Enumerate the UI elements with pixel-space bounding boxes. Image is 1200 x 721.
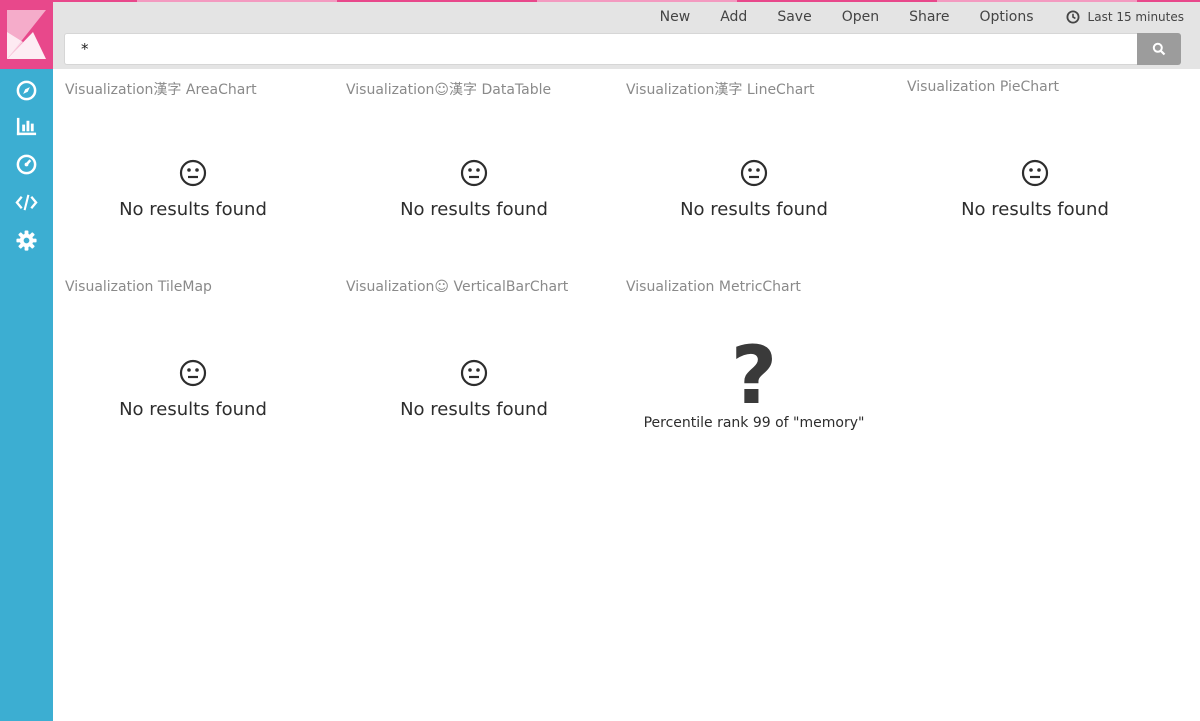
panel-title[interactable]: Visualization PieChart [907, 79, 1059, 95]
panel-title[interactable]: Visualization漢字 LineChart [626, 79, 815, 99]
visualization-panel: Visualization TileMap No results found [53, 269, 333, 469]
no-results: No results found [614, 159, 894, 220]
neutral-face-icon [740, 159, 768, 187]
top-accent-stripe [937, 0, 1137, 2]
panel-title[interactable]: Visualization MetricChart [626, 279, 801, 295]
options-button[interactable]: Options [980, 9, 1034, 25]
code-icon[interactable] [15, 191, 38, 214]
no-results-message: No results found [119, 199, 267, 220]
neutral-face-icon [179, 359, 207, 387]
search-icon [1152, 42, 1166, 56]
visualization-panel: Visualization漢字 LineChart No results fou… [614, 69, 894, 269]
neutral-face-icon [460, 159, 488, 187]
search-input[interactable] [64, 33, 1137, 65]
top-accent-stripe [1137, 0, 1200, 2]
neutral-face-icon [460, 359, 488, 387]
visualization-panel: Visualization漢字 AreaChart No results fou… [53, 69, 333, 269]
metric-value: ? [730, 329, 778, 422]
neutral-face-icon [1021, 159, 1049, 187]
no-results: No results found [53, 359, 333, 420]
compass-icon[interactable] [15, 79, 38, 102]
top-accent-stripe [137, 0, 337, 2]
share-button[interactable]: Share [909, 9, 949, 25]
top-accent-stripe [53, 0, 137, 2]
top-accent-stripe [337, 0, 537, 2]
metric-label: Percentile rank 99 of "memory" [643, 415, 865, 431]
panel-title[interactable]: Visualization☺漢字 DataTable [346, 79, 551, 99]
no-results-message: No results found [680, 199, 828, 220]
top-accent-stripe [737, 0, 937, 2]
no-results: No results found [895, 159, 1175, 220]
no-results-message: No results found [119, 399, 267, 420]
no-results-message: No results found [400, 399, 548, 420]
kibana-logo-icon[interactable] [0, 0, 53, 69]
open-button[interactable]: Open [842, 9, 879, 25]
clock-icon [1066, 10, 1080, 24]
top-accent-stripe [537, 0, 737, 2]
time-range-label: Last 15 minutes [1087, 10, 1184, 24]
dashboard-gauge-icon[interactable] [15, 153, 38, 176]
new-button[interactable]: New [660, 9, 691, 25]
no-results-message: No results found [400, 199, 548, 220]
bar-chart-icon[interactable] [15, 115, 38, 138]
visualization-panel: Visualization☺漢字 DataTable No results fo… [334, 69, 614, 269]
no-results-message: No results found [961, 199, 1109, 220]
neutral-face-icon [179, 159, 207, 187]
top-menu: New Add Save Open Share Options Last 15 … [630, 7, 1184, 27]
no-results: No results found [53, 159, 333, 220]
add-button[interactable]: Add [720, 9, 747, 25]
panel-title[interactable]: Visualization TileMap [65, 279, 212, 295]
panel-title[interactable]: Visualization☺ VerticalBarChart [346, 279, 568, 295]
panel-title[interactable]: Visualization漢字 AreaChart [65, 79, 257, 99]
query-bar [64, 33, 1181, 65]
save-button[interactable]: Save [777, 9, 811, 25]
top-nav-bar: New Add Save Open Share Options Last 15 … [53, 0, 1200, 69]
kibana-dashboard-app: New Add Save Open Share Options Last 15 … [0, 0, 1200, 721]
no-results: No results found [334, 359, 614, 420]
time-picker-button[interactable]: Last 15 minutes [1066, 10, 1184, 24]
no-results: No results found [334, 159, 614, 220]
visualization-panel: Visualization☺ VerticalBarChart No resul… [334, 269, 614, 469]
visualization-panel: Visualization PieChart No results found [895, 69, 1175, 269]
search-button[interactable] [1137, 33, 1181, 65]
sidebar [0, 0, 53, 721]
gear-icon[interactable] [15, 229, 38, 252]
visualization-panel: Visualization MetricChart ? Percentile r… [614, 269, 894, 469]
